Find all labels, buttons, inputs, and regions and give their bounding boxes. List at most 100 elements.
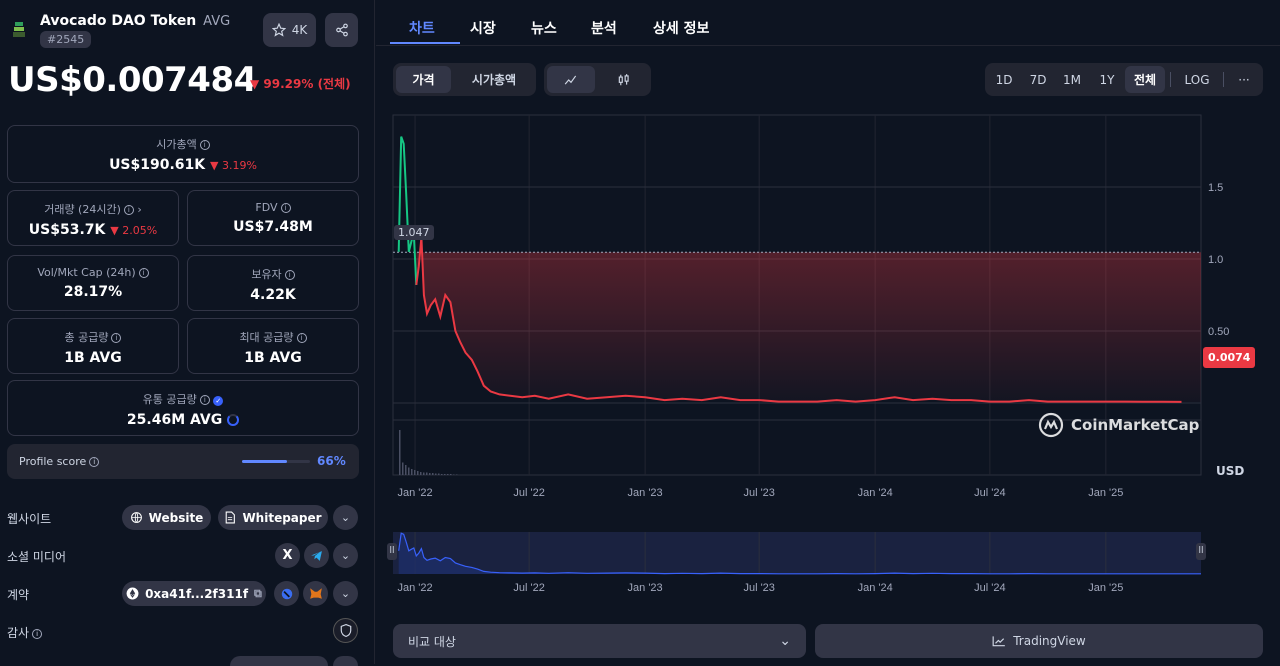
volume-bar bbox=[402, 462, 404, 475]
website-button[interactable]: Website bbox=[122, 505, 211, 530]
info-icon[interactable]: i bbox=[138, 268, 149, 278]
tab-markets[interactable]: 시장 bbox=[470, 18, 496, 38]
y-tick-label: 1.5 bbox=[1208, 182, 1223, 194]
volume-bar bbox=[441, 474, 443, 475]
coinmarketcap-watermark: CoinMarketCap bbox=[1038, 412, 1199, 438]
candle-chart-button[interactable] bbox=[600, 66, 648, 93]
chart-panel: 차트 시장 뉴스 분석 상세 정보 가격 시가총액 1D 7D 1M 1Y 전체… bbox=[376, 0, 1280, 664]
volume-bar bbox=[426, 472, 428, 475]
x-twitter-icon[interactable]: X bbox=[275, 543, 300, 568]
more-options-button[interactable]: ··· bbox=[1228, 66, 1260, 93]
volume-card[interactable]: 거래량 (24시간) i › US$53.7K ▼ 2.05% bbox=[7, 190, 179, 246]
contract-address-chip[interactable]: 0xa41f...2f311f ⧉ bbox=[122, 581, 266, 606]
range-1m[interactable]: 1M bbox=[1056, 66, 1088, 93]
price-toggle[interactable]: 가격 bbox=[396, 66, 451, 93]
chevron-down-icon: ⌄ bbox=[340, 511, 351, 524]
max-supply-value: 1B AVG bbox=[244, 350, 302, 366]
whitepaper-button[interactable]: Whitepaper bbox=[218, 505, 328, 530]
chart-type-toggle: 가격 시가총액 bbox=[393, 63, 536, 96]
profile-score-fill bbox=[242, 460, 287, 463]
holders-value: 4.22K bbox=[250, 287, 296, 303]
x-tick-label: Jan '24 bbox=[858, 487, 893, 499]
fdv-card: FDV i US$7.48M bbox=[187, 190, 359, 246]
coin-logo-icon bbox=[13, 22, 25, 37]
info-icon[interactable]: i bbox=[111, 333, 122, 343]
info-icon[interactable]: i bbox=[199, 140, 210, 150]
share-button[interactable] bbox=[325, 13, 358, 47]
log-scale-toggle[interactable]: LOG bbox=[1175, 66, 1219, 93]
chevron-down-icon: ⌄ bbox=[340, 587, 351, 600]
volume-bar bbox=[435, 473, 437, 475]
chevron-down-icon: ⌄ bbox=[779, 633, 791, 649]
partial-chip[interactable] bbox=[230, 656, 328, 666]
rank-badge: #2545 bbox=[40, 31, 92, 48]
circulating-supply-value: 25.46M AVG bbox=[126, 412, 223, 428]
tab-chart[interactable]: 차트 bbox=[409, 18, 435, 38]
telegram-icon[interactable] bbox=[304, 543, 329, 568]
volume-bar bbox=[399, 430, 401, 475]
compare-dropdown[interactable]: 비교 대상 ⌄ bbox=[393, 624, 806, 658]
range-navigator[interactable]: Jan '22 Jul '22 Jan '23 Jul '23 Jan '24 Jul '… bbox=[376, 525, 1280, 600]
navigator-x-tick-label: Jul '23 bbox=[743, 582, 774, 594]
compare-label: 비교 대상 bbox=[408, 634, 456, 649]
price-chart[interactable]: 1.5 1.0 0.50 Jan '22 Jul '22 Jan '23 Jul '23 J… bbox=[376, 100, 1280, 500]
chevron-down-icon: ⌄ bbox=[340, 549, 351, 562]
explorer-icon[interactable] bbox=[274, 581, 299, 606]
total-supply-card: 총 공급량 i 1B AVG bbox=[7, 318, 179, 374]
profile-score[interactable]: Profile score i 66% bbox=[7, 444, 359, 479]
navigator-x-tick-label: Jul '24 bbox=[974, 582, 1005, 594]
range-1d[interactable]: 1D bbox=[988, 66, 1020, 93]
market-cap-label: 시가총액 bbox=[156, 138, 197, 151]
audit-row-label: 감사 bbox=[7, 626, 30, 640]
price-line-up bbox=[397, 136, 418, 285]
info-icon[interactable]: i bbox=[123, 205, 134, 215]
market-cap-toggle[interactable]: 시가총액 bbox=[455, 66, 533, 93]
info-icon[interactable]: i bbox=[284, 270, 295, 280]
current-price-label: 0.0074 bbox=[1203, 347, 1256, 368]
range-all[interactable]: 전체 bbox=[1125, 66, 1165, 93]
volume-bar bbox=[423, 472, 425, 475]
social-expand-button[interactable]: ⌄ bbox=[333, 543, 358, 568]
volume-bar bbox=[438, 473, 440, 475]
tradingview-button[interactable]: TradingView bbox=[815, 624, 1263, 658]
tab-news[interactable]: 뉴스 bbox=[531, 18, 557, 38]
range-1y[interactable]: 1Y bbox=[1091, 66, 1123, 93]
tab-details[interactable]: 상세 정보 bbox=[653, 18, 709, 38]
contract-expand-button[interactable]: ⌄ bbox=[333, 581, 358, 606]
line-chart-button[interactable] bbox=[547, 66, 595, 93]
open-price-label: 1.047 bbox=[394, 225, 434, 240]
market-cap-card: 시가총액 i US$190.61K ▼ 3.19% bbox=[7, 125, 359, 183]
volume-bar bbox=[444, 474, 446, 475]
watchlist-button[interactable]: 4K bbox=[263, 13, 316, 47]
info-icon[interactable]: i bbox=[32, 628, 43, 639]
navigator-left-handle[interactable]: ll bbox=[387, 543, 397, 560]
navigator-x-tick-label: Jul '22 bbox=[513, 582, 544, 594]
volume-bar bbox=[432, 473, 434, 475]
metamask-icon[interactable] bbox=[303, 581, 328, 606]
audit-badge-icon[interactable] bbox=[333, 618, 358, 643]
copy-icon[interactable]: ⧉ bbox=[254, 587, 262, 601]
volume-bar bbox=[405, 465, 407, 475]
total-supply-value: 1B AVG bbox=[64, 350, 122, 366]
tab-analysis[interactable]: 분석 bbox=[591, 18, 617, 38]
y-tick-label: 1.0 bbox=[1208, 254, 1223, 266]
x-tick-label: Jan '25 bbox=[1088, 487, 1123, 499]
info-icon[interactable]: i bbox=[199, 395, 210, 405]
contract-row-label: 계약 bbox=[7, 588, 30, 602]
audit-row: 감사 i bbox=[7, 624, 43, 641]
chart-line-icon bbox=[992, 636, 1006, 647]
info-icon[interactable]: i bbox=[89, 457, 100, 467]
info-icon[interactable]: i bbox=[280, 203, 291, 213]
info-icon[interactable]: i bbox=[296, 333, 307, 343]
partial-expand-button[interactable] bbox=[333, 656, 358, 666]
volume-bar bbox=[411, 469, 413, 475]
navigator-right-handle[interactable]: ll bbox=[1196, 543, 1206, 560]
current-price: US$0.007484 bbox=[8, 60, 257, 100]
navigator-window bbox=[393, 532, 1201, 574]
range-7d[interactable]: 7D bbox=[1022, 66, 1054, 93]
navigator-x-tick-label: Jan '25 bbox=[1088, 582, 1123, 594]
coin-name: Avocado DAO Token AVG bbox=[40, 13, 231, 29]
website-expand-button[interactable]: ⌄ bbox=[333, 505, 358, 530]
volume-bar bbox=[420, 472, 422, 475]
y-tick-label: 0.50 bbox=[1208, 326, 1229, 338]
